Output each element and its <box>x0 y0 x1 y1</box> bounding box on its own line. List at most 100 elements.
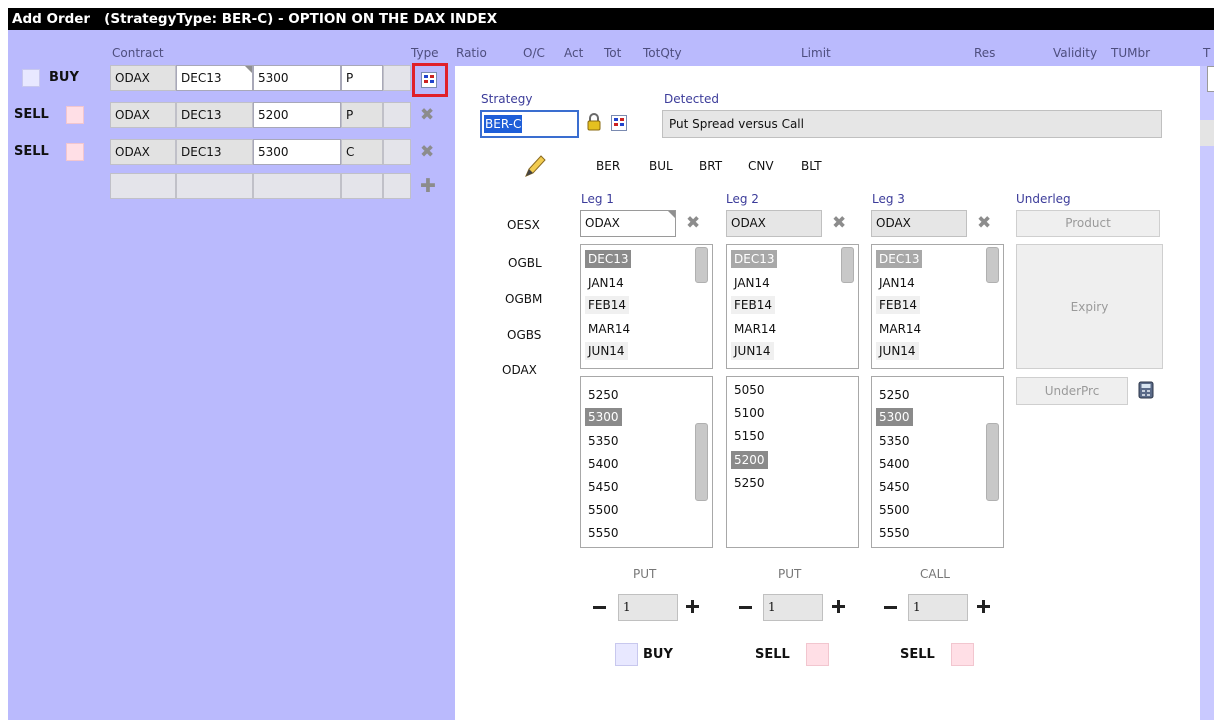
sell-side-marker[interactable] <box>66 106 84 124</box>
leg2-product[interactable]: ODAX <box>726 210 822 237</box>
sell-side-marker[interactable] <box>66 143 84 161</box>
leg1-side[interactable]: BUY <box>643 647 673 662</box>
leg2-expiry-scrollbar[interactable] <box>841 247 854 283</box>
leg2-strike-list[interactable]: 5050 5100 5150 5200 5250 <box>726 376 859 548</box>
list-item[interactable]: JAN14 <box>731 274 773 292</box>
underprice-button[interactable]: UnderPrc <box>1016 377 1128 405</box>
leg1-qty-decrement[interactable] <box>593 606 606 609</box>
leg2-expiry-list[interactable]: DEC13 JAN14 FEB14 MAR14 JUN14 <box>726 244 859 369</box>
remove-row2-icon[interactable]: ✖ <box>420 106 434 124</box>
row3-ratio[interactable] <box>383 139 411 165</box>
strategy-input[interactable]: BER-C <box>480 110 579 138</box>
strategy-type-bul[interactable]: BUL <box>649 159 673 173</box>
list-item[interactable]: 5300 <box>876 408 913 426</box>
list-item[interactable]: FEB14 <box>585 296 629 314</box>
leg3-side[interactable]: SELL <box>900 647 935 662</box>
add-row-icon[interactable]: ✚ <box>420 177 436 196</box>
leg1-clear-icon[interactable]: ✖ <box>686 214 700 232</box>
list-item[interactable]: 5250 <box>876 386 913 404</box>
product-odax[interactable]: ODAX <box>502 363 537 377</box>
row2-product[interactable]: ODAX <box>110 102 176 128</box>
new-row-type[interactable] <box>341 173 383 199</box>
new-row-expiry[interactable] <box>176 173 253 199</box>
list-item[interactable]: 5550 <box>585 524 622 542</box>
strategy-builder-highlight[interactable] <box>412 63 448 97</box>
leg2-qty-decrement[interactable] <box>739 606 752 609</box>
product-ogbm[interactable]: OGBM <box>505 292 542 306</box>
leg3-product[interactable]: ODAX <box>871 210 967 237</box>
list-item[interactable]: JAN14 <box>876 274 918 292</box>
leg3-expiry-scrollbar[interactable] <box>986 247 999 283</box>
list-item[interactable]: 5300 <box>585 408 622 426</box>
leg3-qty-decrement[interactable] <box>884 606 897 609</box>
leg1-product[interactable]: ODAX <box>580 210 676 237</box>
row2-ratio[interactable] <box>383 102 411 128</box>
leg3-qty-increment[interactable] <box>977 600 990 613</box>
list-item[interactable]: 5450 <box>585 478 622 496</box>
leg3-clear-icon[interactable]: ✖ <box>977 214 991 232</box>
leg2-sell-marker[interactable] <box>806 643 829 666</box>
list-item[interactable]: 5200 <box>731 451 768 469</box>
list-item[interactable]: 5550 <box>876 524 913 542</box>
pencil-icon[interactable] <box>522 152 548 180</box>
row2-type[interactable]: P <box>341 102 383 128</box>
product-ogbs[interactable]: OGBS <box>507 328 541 342</box>
remove-row3-icon[interactable]: ✖ <box>420 143 434 161</box>
leg2-qty[interactable]: 1 <box>763 594 823 621</box>
row3-side[interactable]: SELL <box>14 144 49 159</box>
leg3-strike-list[interactable]: 5250 5300 5350 5400 5450 5500 5550 <box>871 376 1004 548</box>
leg3-qty[interactable]: 1 <box>908 594 968 621</box>
strategy-grid-icon[interactable] <box>421 72 437 88</box>
new-row-ratio[interactable] <box>383 173 411 199</box>
leg3-strike-scrollbar[interactable] <box>986 423 999 501</box>
leg3-sell-marker[interactable] <box>951 643 974 666</box>
strategy-grid-icon-2[interactable] <box>611 115 627 131</box>
new-row-product[interactable] <box>110 173 176 199</box>
list-item[interactable]: JUN14 <box>585 342 628 360</box>
row3-strike[interactable]: 5300 <box>253 139 341 165</box>
strategy-type-brt[interactable]: BRT <box>699 159 722 173</box>
leg2-clear-icon[interactable]: ✖ <box>832 214 846 232</box>
row3-type[interactable]: C <box>341 139 383 165</box>
right-field[interactable] <box>1207 66 1214 92</box>
list-item[interactable]: JAN14 <box>585 274 627 292</box>
list-item[interactable]: JUN14 <box>876 342 919 360</box>
list-item[interactable]: 5050 <box>731 381 768 399</box>
new-row-strike[interactable] <box>253 173 341 199</box>
row2-side[interactable]: SELL <box>14 107 49 122</box>
leg1-buy-marker[interactable] <box>615 643 638 666</box>
leg3-expiry-list[interactable]: DEC13 JAN14 FEB14 MAR14 JUN14 <box>871 244 1004 369</box>
row1-side[interactable]: BUY <box>49 70 79 85</box>
row3-expiry[interactable]: DEC13 <box>176 139 253 165</box>
row1-ratio[interactable] <box>383 65 411 91</box>
leg1-qty[interactable]: 1 <box>618 594 678 621</box>
leg1-strike-list[interactable]: 5250 5300 5350 5400 5450 5500 5550 <box>580 376 713 548</box>
leg1-expiry-list[interactable]: DEC13 JAN14 FEB14 MAR14 JUN14 <box>580 244 713 369</box>
list-item[interactable]: 5400 <box>585 455 622 473</box>
underleg-product-button[interactable]: Product <box>1016 210 1160 237</box>
list-item[interactable]: FEB14 <box>731 296 775 314</box>
list-item[interactable]: 5250 <box>585 386 622 404</box>
list-item[interactable]: DEC13 <box>731 250 778 268</box>
row1-expiry[interactable]: DEC13 <box>176 65 253 91</box>
list-item[interactable]: MAR14 <box>876 320 924 338</box>
leg1-expiry-scrollbar[interactable] <box>695 247 708 283</box>
list-item[interactable]: JUN14 <box>731 342 774 360</box>
row2-strike[interactable]: 5200 <box>253 102 341 128</box>
list-item[interactable]: 5500 <box>585 501 622 519</box>
row1-strike[interactable]: 5300 <box>253 65 341 91</box>
strategy-type-cnv[interactable]: CNV <box>748 159 774 173</box>
list-item[interactable]: MAR14 <box>731 320 779 338</box>
list-item[interactable]: 5100 <box>731 404 768 422</box>
row1-type[interactable]: P <box>341 65 383 91</box>
list-item[interactable]: MAR14 <box>585 320 633 338</box>
list-item[interactable]: 5150 <box>731 427 768 445</box>
list-item[interactable]: FEB14 <box>876 296 920 314</box>
leg2-qty-increment[interactable] <box>832 600 845 613</box>
list-item[interactable]: DEC13 <box>876 250 923 268</box>
list-item[interactable]: 5350 <box>876 432 913 450</box>
list-item[interactable]: 5400 <box>876 455 913 473</box>
product-ogbl[interactable]: OGBL <box>508 256 542 270</box>
leg1-qty-increment[interactable] <box>686 600 699 613</box>
strategy-type-blt[interactable]: BLT <box>801 159 822 173</box>
